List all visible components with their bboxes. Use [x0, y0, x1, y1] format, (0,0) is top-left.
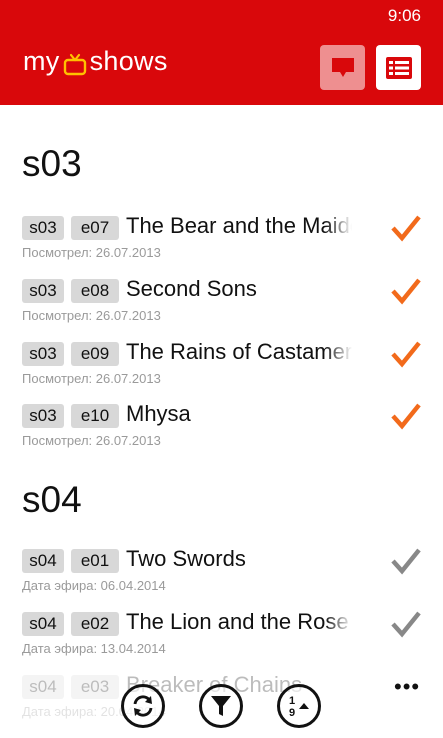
checkmark-icon[interactable] — [390, 546, 422, 576]
episode-row[interactable]: s03 e08 Second Sons Посмотрел: 26.07.201… — [0, 276, 443, 339]
episode-subtitle: Посмотрел: 26.07.2013 — [22, 371, 161, 386]
episode-row[interactable]: s03 e07 The Bear and the Maiden Fair Пос… — [0, 213, 443, 276]
season-header: s04 — [22, 479, 82, 520]
tv-screen-icon — [331, 57, 354, 77]
episode-subtitle: Дата эфира: 13.04.2014 — [22, 641, 166, 656]
episode-tag: e01 — [71, 549, 119, 573]
filter-button[interactable] — [199, 684, 243, 728]
episode-tag: e02 — [71, 612, 119, 636]
season-tag: s04 — [22, 549, 64, 573]
logo-text-shows: shows — [89, 46, 168, 76]
refresh-button[interactable] — [121, 684, 165, 728]
episode-title: Second Sons — [126, 276, 257, 301]
episode-row[interactable]: s04 e01 Two Swords Дата эфира: 06.04.201… — [0, 546, 443, 609]
episode-subtitle: Посмотрел: 26.07.2013 — [22, 245, 161, 260]
episode-subtitle: Посмотрел: 26.07.2013 — [22, 433, 161, 448]
season-tag: s03 — [22, 404, 64, 428]
list-icon — [385, 56, 412, 79]
episode-row[interactable]: s03 e09 The Rains of Castamere Посмотрел… — [0, 339, 443, 402]
app-logo: my shows — [23, 46, 168, 77]
app-bar: 1 9 ••• — [0, 668, 443, 738]
sort-button[interactable]: 1 9 — [277, 684, 321, 728]
tv-view-button[interactable] — [320, 45, 365, 90]
episode-list[interactable]: s03 s03 e07 The Bear and the Maiden Fair… — [0, 105, 443, 738]
episode-title: The Lion and the Rose — [126, 609, 349, 634]
episode-title: The Bear and the Maiden Fair — [126, 213, 352, 238]
tv-icon — [63, 53, 87, 77]
episode-title: The Rains of Castamere — [126, 339, 352, 364]
app-header: my shows — [0, 32, 443, 105]
svg-text:1: 1 — [289, 695, 295, 707]
checkmark-icon[interactable] — [390, 609, 422, 639]
season-tag: s03 — [22, 279, 64, 303]
more-options-icon[interactable]: ••• — [394, 676, 420, 698]
checkmark-icon[interactable] — [390, 339, 422, 369]
episode-tag: e09 — [71, 342, 119, 366]
episode-title: Mhysa — [126, 401, 191, 426]
season-tag: s03 — [22, 216, 64, 240]
episode-tag: e07 — [71, 216, 119, 240]
status-bar: 9:06 — [0, 0, 443, 32]
list-view-button[interactable] — [376, 45, 421, 90]
checkmark-icon[interactable] — [390, 276, 422, 306]
sort-icon: 1 9 — [289, 695, 309, 719]
episode-tag: e10 — [71, 404, 119, 428]
refresh-icon — [133, 695, 153, 717]
checkmark-icon[interactable] — [390, 213, 422, 243]
episode-subtitle: Посмотрел: 26.07.2013 — [22, 308, 161, 323]
filter-icon — [211, 696, 231, 716]
season-tag: s03 — [22, 342, 64, 366]
episode-row[interactable]: s04 e02 The Lion and the Rose Дата эфира… — [0, 609, 443, 672]
episode-row[interactable]: s03 e10 Mhysa Посмотрел: 26.07.2013 — [0, 401, 443, 464]
season-header: s03 — [22, 143, 82, 184]
season-tag: s04 — [22, 612, 64, 636]
checkmark-icon[interactable] — [390, 401, 422, 431]
logo-text-my: my — [23, 46, 60, 76]
episode-tag: e08 — [71, 279, 119, 303]
episode-subtitle: Дата эфира: 06.04.2014 — [22, 578, 166, 593]
episode-title: Two Swords — [126, 546, 246, 571]
svg-text:9: 9 — [289, 707, 295, 719]
status-time: 9:06 — [387, 6, 421, 25]
